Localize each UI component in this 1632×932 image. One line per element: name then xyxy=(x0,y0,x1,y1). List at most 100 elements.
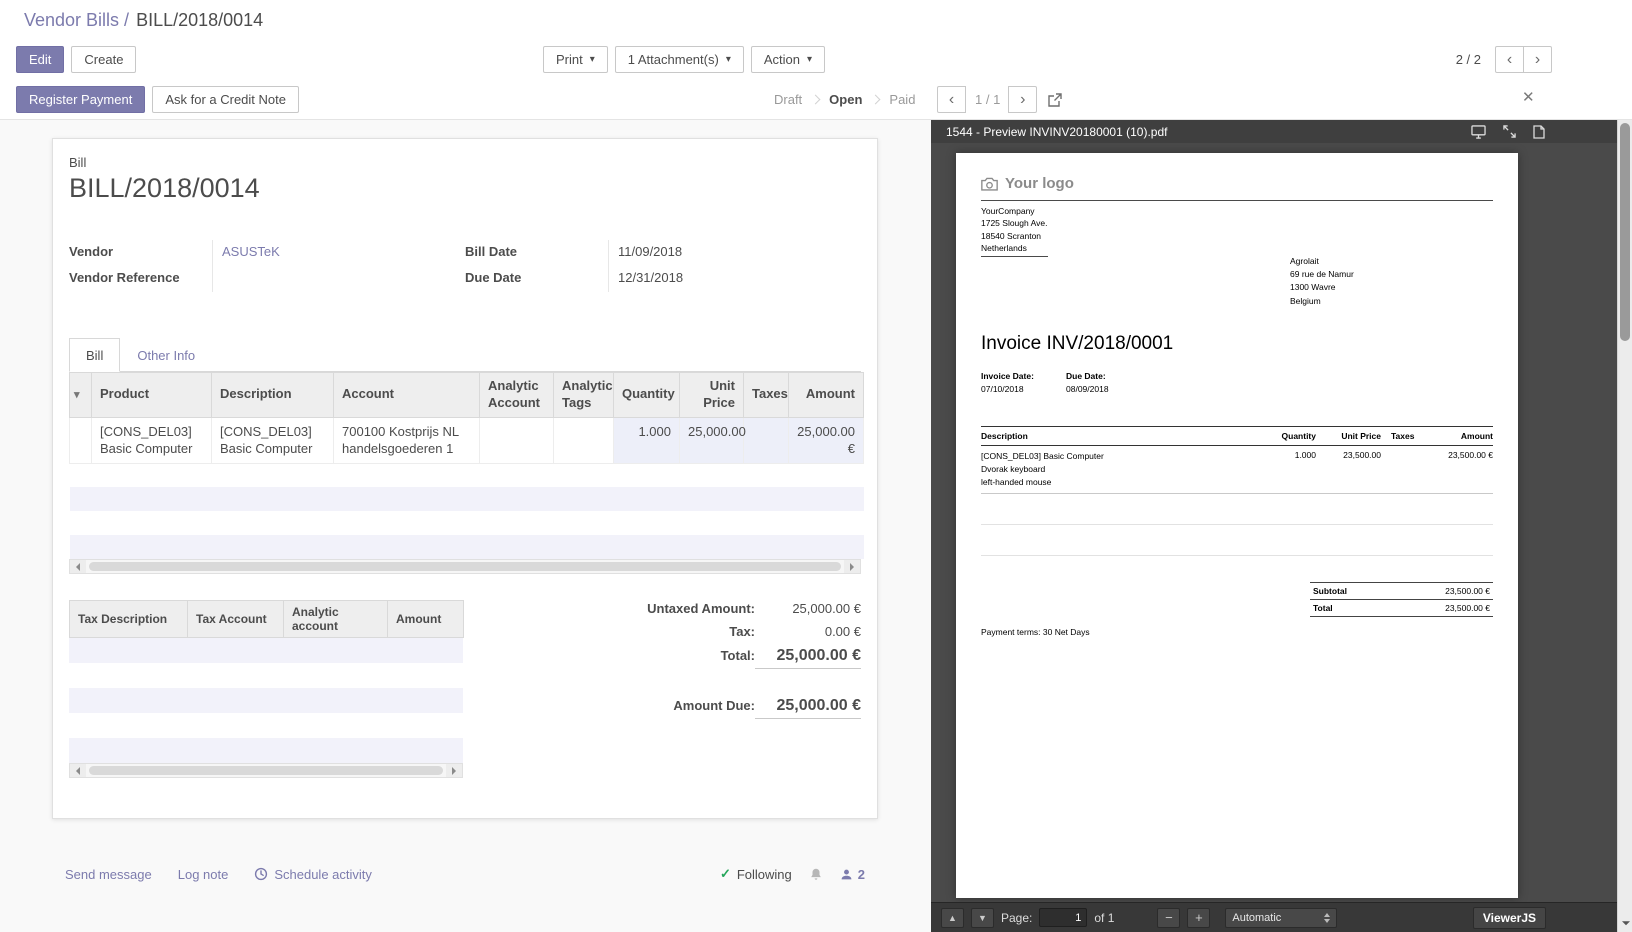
log-note-button[interactable]: Log note xyxy=(178,867,229,882)
scroll-left-arrow[interactable] xyxy=(70,560,86,573)
scroll-left-arrow[interactable] xyxy=(70,764,86,777)
pdf-header-icons xyxy=(1471,125,1617,139)
chevron-right-icon: › xyxy=(1535,51,1540,69)
viewerjs-brand[interactable]: ViewerJS xyxy=(1473,907,1546,929)
pdf-col-taxes: Taxes xyxy=(1381,427,1436,446)
tab-bill[interactable]: Bill xyxy=(69,338,120,372)
lines-header-row: ▾ Product Description Account Analytic A… xyxy=(70,373,864,418)
line-amount: 25,000.00 € xyxy=(789,417,864,463)
col-taxes[interactable]: Taxes xyxy=(744,373,789,418)
attachment-prev-button[interactable]: ‹ xyxy=(937,86,966,113)
col-analytic-account[interactable]: Analytic Account xyxy=(480,373,554,418)
download-button[interactable] xyxy=(1533,125,1545,139)
attachments-dropdown-label: 1 Attachment(s) xyxy=(628,52,719,67)
breadcrumb-parent-link[interactable]: Vendor Bills / xyxy=(24,10,129,31)
invoice-title: Invoice INV/2018/0001 xyxy=(981,333,1493,355)
status-paid[interactable]: Paid xyxy=(879,92,925,107)
form-pane: Bill BILL/2018/0014 Vendor ASUSTeK Vendo… xyxy=(0,120,931,932)
notifications-bell-button[interactable] xyxy=(807,865,825,883)
col-product[interactable]: Product xyxy=(92,373,212,418)
scrollbar-thumb[interactable] xyxy=(1620,123,1630,341)
scrollbar-thumb[interactable] xyxy=(89,562,841,571)
record-pager-next-button[interactable]: › xyxy=(1523,46,1552,73)
col-quantity[interactable]: Quantity xyxy=(614,373,680,418)
invoice-lines-table: ▾ Product Description Account Analytic A… xyxy=(69,372,864,559)
followers-count-button[interactable]: 2 xyxy=(840,867,865,882)
status-open[interactable]: Open xyxy=(819,92,872,107)
edit-button[interactable]: Edit xyxy=(16,46,64,73)
page-down-button[interactable]: ▼ xyxy=(971,908,994,928)
lines-horizontal-scrollbar[interactable] xyxy=(69,559,861,574)
col-analytic-tags[interactable]: Analytic Tags xyxy=(554,373,614,418)
line-taxes xyxy=(744,417,789,463)
vendor-link[interactable]: ASUSTeK xyxy=(222,244,280,259)
check-icon: ✓ xyxy=(720,866,731,882)
tab-other-info[interactable]: Other Info xyxy=(120,338,212,372)
col-amount[interactable]: Amount xyxy=(789,373,864,418)
invoice-date-label: Invoice Date: xyxy=(981,371,1066,381)
status-draft[interactable]: Draft xyxy=(764,92,812,107)
pdf-col-unit-price: Unit Price xyxy=(1316,427,1381,446)
empty-row xyxy=(69,663,463,688)
amount-due-label: Amount Due: xyxy=(673,698,755,713)
col-tax-account[interactable]: Tax Account xyxy=(188,601,284,638)
scroll-right-arrow[interactable] xyxy=(844,560,860,573)
attachment-next-button[interactable]: › xyxy=(1008,86,1037,113)
optional-columns-toggle[interactable]: ▾ xyxy=(70,373,92,418)
page-input[interactable] xyxy=(1039,908,1087,927)
zoom-in-button[interactable]: + xyxy=(1187,908,1210,928)
empty-row xyxy=(70,487,864,511)
col-tax-amount[interactable]: Amount xyxy=(388,601,464,638)
scrollbar-thumb[interactable] xyxy=(89,766,443,775)
bell-icon xyxy=(809,867,823,881)
print-dropdown[interactable]: Print ▾ xyxy=(543,46,608,73)
line-quantity: 1.000 xyxy=(614,417,680,463)
fullscreen-button[interactable] xyxy=(1503,125,1516,138)
action-dropdown[interactable]: Action ▾ xyxy=(751,46,825,73)
register-payment-label: Register Payment xyxy=(29,92,132,107)
send-message-button[interactable]: Send message xyxy=(65,867,152,882)
external-link-icon xyxy=(1048,93,1062,107)
print-dropdown-label: Print xyxy=(556,52,583,67)
send-message-label: Send message xyxy=(65,867,152,882)
create-button[interactable]: Create xyxy=(71,46,136,73)
scroll-right-arrow[interactable] xyxy=(446,764,462,777)
record-pager-prev-button[interactable]: ‹ xyxy=(1495,46,1524,73)
col-unit-price[interactable]: Unit Price xyxy=(680,373,744,418)
col-tax-description[interactable]: Tax Description xyxy=(70,601,188,638)
invoice-line-row[interactable]: [CONS_DEL03] Basic Computer [CONS_DEL03]… xyxy=(70,417,864,463)
pdf-col-quantity: Quantity xyxy=(1261,427,1316,446)
open-attachment-external-button[interactable] xyxy=(1046,91,1064,109)
tax-header-row: Tax Description Tax Account Analytic acc… xyxy=(70,601,464,638)
col-analytic-account[interactable]: Analytic account xyxy=(284,601,388,638)
ask-credit-note-button[interactable]: Ask for a Credit Note xyxy=(152,86,299,113)
following-button[interactable]: ✓ Following xyxy=(720,866,792,882)
pdf-line-description: [CONS_DEL03] Basic Computer Dvorak keybo… xyxy=(981,446,1261,493)
invoice-dates: Invoice Date: 07/10/2018 Due Date: 08/09… xyxy=(981,371,1493,394)
invoice-date-value: 07/10/2018 xyxy=(981,384,1066,394)
scrollbar-down-button[interactable] xyxy=(1618,916,1632,932)
zoom-mode-select[interactable]: Automatic xyxy=(1225,908,1337,928)
pdf-line-row: [CONS_DEL03] Basic Computer Dvorak keybo… xyxy=(981,446,1493,493)
statusbar: Draft Open Paid xyxy=(764,79,925,119)
schedule-activity-button[interactable]: Schedule activity xyxy=(254,867,372,882)
pdf-scrollbar[interactable] xyxy=(1617,120,1632,932)
presentation-mode-button[interactable] xyxy=(1471,125,1486,139)
vendor-reference-value xyxy=(212,266,465,292)
following-label: Following xyxy=(737,867,792,882)
page-label: Page: xyxy=(1001,911,1032,925)
col-account[interactable]: Account xyxy=(334,373,480,418)
fullscreen-icon xyxy=(1503,125,1516,138)
line-handle-cell xyxy=(70,417,92,463)
page-up-button[interactable]: ▲ xyxy=(941,908,964,928)
attachments-dropdown[interactable]: 1 Attachment(s) ▾ xyxy=(615,46,744,73)
company-city: 18540 Scranton xyxy=(981,230,1048,242)
register-payment-button[interactable]: Register Payment xyxy=(16,86,145,113)
col-description[interactable]: Description xyxy=(212,373,334,418)
close-preview-button[interactable]: ✕ xyxy=(1522,88,1535,106)
breadcrumb-current: BILL/2018/0014 xyxy=(136,10,263,31)
pdf-line-description-2: Dvorak keyboard xyxy=(981,463,1261,476)
zoom-out-button[interactable]: − xyxy=(1157,908,1180,928)
tax-horizontal-scrollbar[interactable] xyxy=(69,763,463,778)
customer-country: Belgium xyxy=(1290,295,1354,308)
